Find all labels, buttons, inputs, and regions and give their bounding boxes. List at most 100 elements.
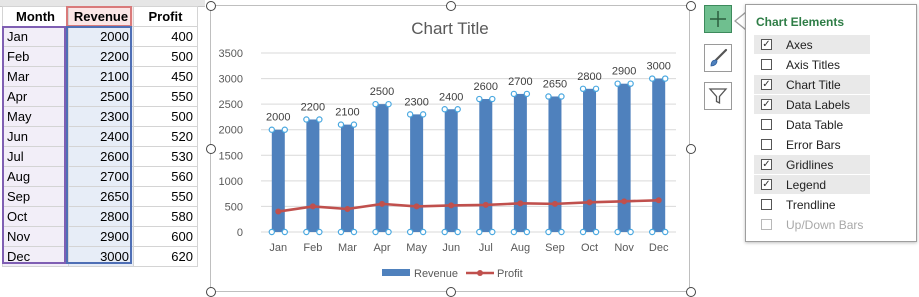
revenue-cell[interactable]: 2500 bbox=[68, 86, 134, 107]
resize-handle[interactable] bbox=[446, 287, 456, 297]
selection-handle[interactable] bbox=[592, 85, 600, 93]
flyout-item-data-table[interactable]: Data Table bbox=[754, 115, 870, 134]
selection-handle[interactable] bbox=[592, 228, 600, 236]
profit-marker[interactable] bbox=[309, 203, 316, 210]
profit-cell[interactable]: 450 bbox=[133, 66, 198, 87]
revenue-bar[interactable] bbox=[375, 104, 389, 232]
checkbox-icon[interactable] bbox=[761, 59, 772, 70]
selection-handle[interactable] bbox=[419, 111, 427, 118]
selection-handle[interactable] bbox=[489, 95, 496, 103]
profit-line[interactable] bbox=[278, 198, 659, 213]
resize-handle[interactable] bbox=[206, 287, 216, 297]
revenue-cell[interactable]: 2400 bbox=[68, 126, 134, 147]
revenue-cell[interactable]: 2100 bbox=[68, 66, 134, 87]
profit-marker[interactable] bbox=[448, 202, 455, 209]
data-label[interactable]: 2600 bbox=[474, 81, 498, 93]
flyout-item-chart-title[interactable]: ✓ Chart Title bbox=[754, 75, 870, 94]
revenue-bar[interactable] bbox=[479, 99, 493, 233]
selection-handle[interactable] bbox=[372, 228, 379, 236]
flyout-item-gridlines[interactable]: ✓ Gridlines bbox=[754, 155, 870, 174]
flyout-item-axis-titles[interactable]: Axis Titles bbox=[754, 55, 870, 74]
data-label[interactable]: 2000 bbox=[266, 112, 290, 124]
resize-handle[interactable] bbox=[206, 1, 216, 11]
revenue-bar[interactable] bbox=[410, 114, 424, 232]
data-label[interactable]: 2400 bbox=[439, 91, 463, 103]
month-cell[interactable]: Jan bbox=[2, 26, 69, 47]
selection-handle[interactable] bbox=[523, 228, 531, 236]
revenue-bar[interactable] bbox=[306, 119, 320, 232]
selection-handle[interactable] bbox=[476, 95, 483, 103]
revenue-bar[interactable] bbox=[444, 109, 458, 232]
chart-elements-button[interactable] bbox=[704, 5, 732, 33]
data-label[interactable]: 2700 bbox=[508, 76, 532, 88]
selection-handle[interactable] bbox=[406, 111, 414, 118]
selection-handle[interactable] bbox=[372, 100, 379, 108]
profit-marker[interactable] bbox=[275, 208, 282, 215]
flyout-item-trendline[interactable]: Trendline bbox=[754, 195, 870, 214]
profit-series[interactable] bbox=[275, 197, 662, 215]
month-cell[interactable]: Nov bbox=[2, 226, 69, 247]
revenue-cell[interactable]: 3000 bbox=[68, 246, 134, 267]
revenue-cell[interactable]: 2800 bbox=[68, 206, 134, 227]
revenue-cell[interactable]: 2600 bbox=[68, 146, 134, 167]
profit-marker[interactable] bbox=[344, 205, 351, 212]
selection-handle[interactable] bbox=[510, 90, 518, 98]
chart-object[interactable]: Chart Title 0 500 1000 1500 2000 2500 3000 3500… bbox=[210, 5, 690, 292]
month-cell[interactable]: Jul bbox=[2, 146, 69, 167]
profit-cell[interactable]: 550 bbox=[133, 86, 198, 107]
selection-handle[interactable] bbox=[523, 90, 531, 98]
header-revenue[interactable]: Revenue bbox=[68, 6, 134, 27]
selection-handle[interactable] bbox=[545, 228, 552, 236]
month-cell[interactable]: Apr bbox=[2, 86, 69, 107]
selection-handle[interactable] bbox=[579, 228, 587, 236]
selection-handle[interactable] bbox=[454, 228, 461, 236]
checkbox-checked-icon[interactable]: ✓ bbox=[761, 179, 772, 190]
data-label[interactable]: 2500 bbox=[370, 86, 394, 98]
data-label[interactable]: 2100 bbox=[335, 107, 359, 119]
profit-cell[interactable]: 620 bbox=[133, 246, 198, 267]
selection-handle[interactable] bbox=[510, 228, 518, 236]
selection-handle[interactable] bbox=[385, 228, 392, 236]
revenue-bar[interactable] bbox=[513, 93, 527, 233]
month-cell[interactable]: Jun bbox=[2, 126, 69, 147]
selection-handle[interactable] bbox=[350, 228, 358, 236]
data-label[interactable]: 2650 bbox=[543, 78, 567, 90]
header-month[interactable]: Month bbox=[2, 6, 69, 27]
resize-handle[interactable] bbox=[206, 144, 216, 154]
profit-marker[interactable] bbox=[655, 197, 662, 204]
month-cell[interactable]: Dec bbox=[2, 246, 69, 267]
selection-handle[interactable] bbox=[350, 121, 358, 128]
profit-cell[interactable]: 600 bbox=[133, 226, 198, 247]
revenue-cell[interactable]: 2200 bbox=[68, 46, 134, 67]
checkbox-checked-icon[interactable]: ✓ bbox=[761, 39, 772, 50]
month-cell[interactable]: May bbox=[2, 106, 69, 127]
flyout-item-axes[interactable]: ✓ Axes bbox=[754, 35, 870, 54]
revenue-cell[interactable]: 2000 bbox=[68, 26, 134, 47]
selection-handle[interactable] bbox=[281, 228, 288, 236]
chart-filters-button[interactable] bbox=[704, 82, 732, 110]
data-label[interactable]: 2900 bbox=[612, 66, 636, 78]
selection-handle[interactable] bbox=[406, 228, 414, 236]
selection-handle[interactable] bbox=[489, 228, 496, 236]
profit-marker[interactable] bbox=[482, 201, 489, 208]
revenue-cell[interactable]: 2300 bbox=[68, 106, 134, 127]
profit-cell[interactable]: 500 bbox=[133, 46, 198, 67]
legend-label-revenue[interactable]: Revenue bbox=[414, 268, 458, 280]
selection-handle[interactable] bbox=[649, 228, 656, 236]
selection-handle[interactable] bbox=[419, 228, 427, 236]
selection-handle[interactable] bbox=[662, 228, 669, 236]
selection-handle[interactable] bbox=[476, 228, 483, 236]
selection-handle[interactable] bbox=[337, 121, 345, 128]
profit-marker[interactable] bbox=[621, 198, 628, 205]
selection-handle[interactable] bbox=[385, 100, 392, 108]
selection-handle[interactable] bbox=[614, 228, 621, 236]
revenue-bar[interactable] bbox=[271, 129, 285, 232]
month-cell[interactable]: Aug bbox=[2, 166, 69, 187]
selection-handle[interactable] bbox=[303, 116, 310, 123]
checkbox-icon[interactable] bbox=[761, 139, 772, 150]
selection-handle[interactable] bbox=[558, 93, 565, 100]
profit-marker[interactable] bbox=[379, 200, 386, 207]
selection-handle[interactable] bbox=[649, 75, 656, 82]
resize-handle[interactable] bbox=[686, 144, 696, 154]
profit-cell[interactable]: 560 bbox=[133, 166, 198, 187]
